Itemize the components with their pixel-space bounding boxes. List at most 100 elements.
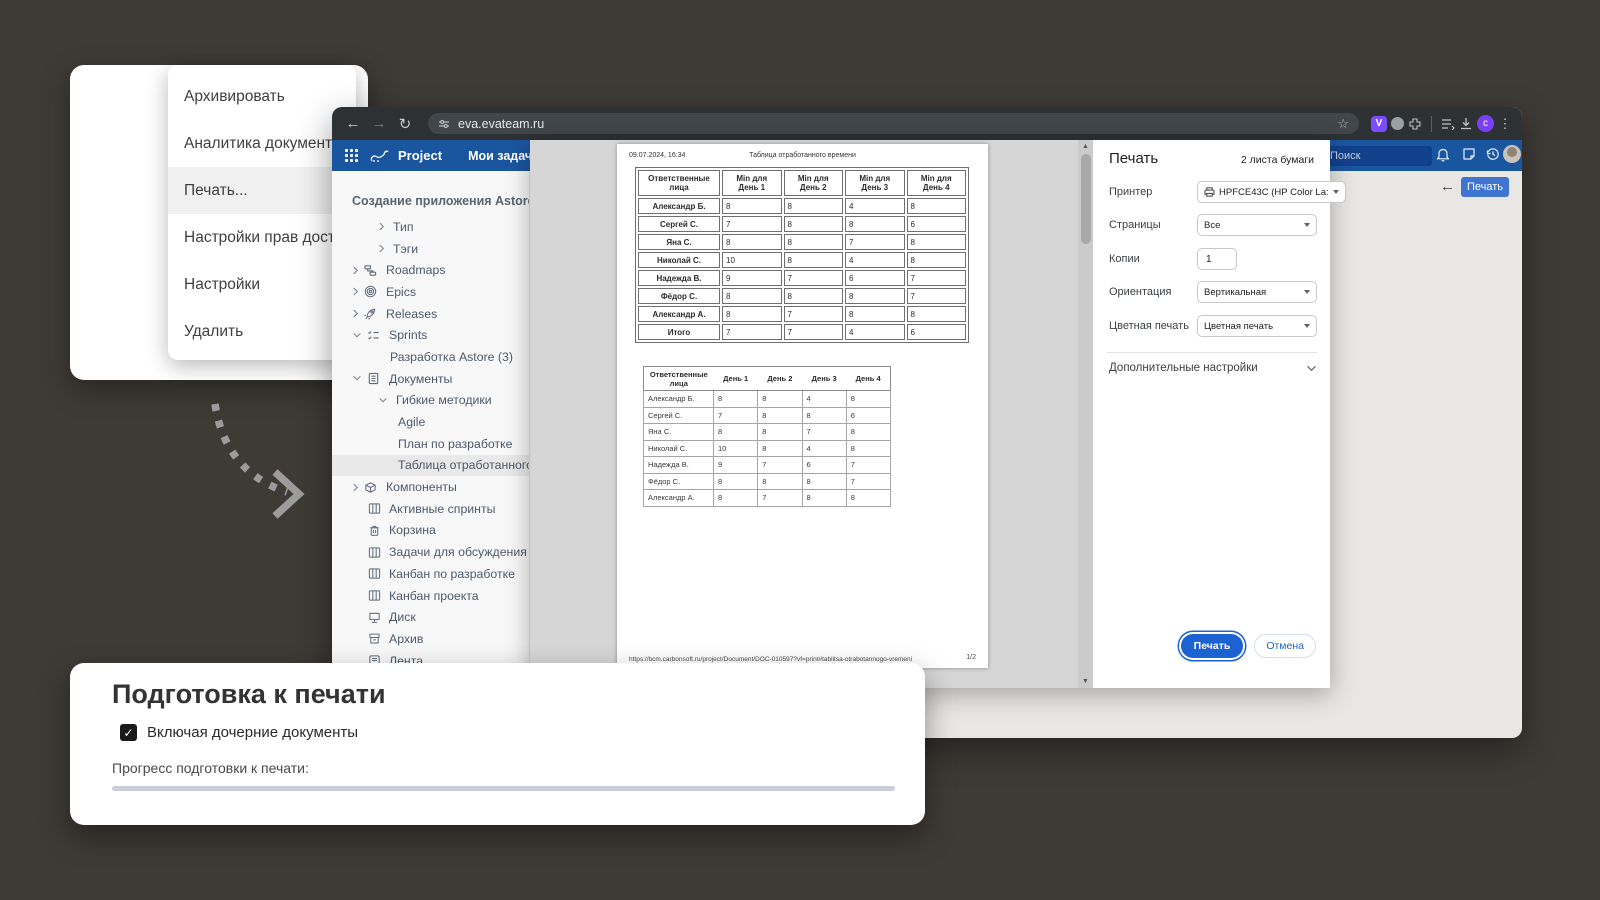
table-header-cell: День 3 (802, 367, 846, 391)
doc-print-button[interactable]: Печать (1461, 177, 1509, 197)
table-cell: 10 (714, 440, 758, 457)
copies-input[interactable] (1197, 248, 1237, 270)
table-cell: 8 (907, 198, 967, 214)
menu-item-print[interactable]: Печать... (168, 167, 356, 214)
sidebar-item-roadmaps[interactable]: Roadmaps (332, 259, 529, 281)
table-cell: Фёдор С. (644, 473, 714, 490)
sidebar-item-flexible-methods[interactable]: Гибкие методики (332, 390, 529, 412)
sidebar-item-agile[interactable]: Agile (332, 411, 529, 433)
print-confirm-button[interactable]: Печать (1181, 634, 1244, 658)
browser-forward-icon[interactable]: → (368, 115, 390, 132)
site-settings-icon[interactable] (438, 118, 450, 130)
table-cell: 4 (845, 324, 905, 340)
table-row: Александр Б.8848 (644, 391, 891, 408)
table-header-cell: Ответственные лица (638, 170, 720, 196)
sidebar-item-sprints[interactable]: Sprints (332, 324, 529, 346)
table-cell: 7 (784, 270, 844, 286)
sidebar-item-trash[interactable]: Корзина (332, 520, 529, 542)
chevron-right-icon (352, 286, 359, 297)
sidebar-item-type[interactable]: Тип (332, 216, 529, 238)
scroll-up-icon[interactable]: ▲ (1078, 143, 1093, 150)
table-row: Александр Б.8848 (638, 198, 966, 214)
extension-v-icon[interactable]: V (1371, 116, 1387, 132)
table-cell: 7 (846, 473, 890, 490)
table-row: Фёдор С.8887 (644, 473, 891, 490)
sidebar-item-project-kanban[interactable]: Канбан проекта (332, 585, 529, 607)
reading-list-icon[interactable] (1441, 118, 1455, 130)
table-row: Итого7746 (638, 324, 966, 340)
table-cell: Николай С. (638, 252, 720, 268)
sidebar-item-disk[interactable]: Диск (332, 606, 529, 628)
sidebar-item-documents[interactable]: Документы (332, 368, 529, 390)
print-cancel-button[interactable]: Отмена (1254, 634, 1316, 658)
table-cell: 8 (758, 391, 802, 408)
sidebar-item-epics[interactable]: Epics (332, 281, 529, 303)
sidebar-item-discussion-tasks[interactable]: Задачи для обсуждения (332, 541, 529, 563)
table-cell: 8 (758, 424, 802, 441)
table-row: Яна С.8878 (638, 234, 966, 250)
menu-item-delete[interactable]: Удалить (168, 308, 356, 355)
printer-select[interactable]: HPFCE43C (HP Color La: (1197, 181, 1346, 203)
browser-menu-kebab-icon[interactable]: ⋮ (1498, 116, 1512, 132)
sidebar-item-archive[interactable]: Архив (332, 628, 529, 650)
dashed-arrow-annotation (185, 390, 335, 530)
trash-icon (368, 524, 381, 537)
pages-select[interactable]: Все (1197, 214, 1317, 236)
sidebar-item-sprint-razrabotka[interactable]: Разработка Astore (3) (332, 346, 529, 368)
include-children-checkbox[interactable]: ✓ (120, 724, 137, 741)
color-print-select[interactable]: Цветная печать (1197, 315, 1317, 337)
app-grid-icon[interactable] (345, 149, 358, 162)
search-input[interactable] (1318, 146, 1432, 166)
table-cell: 7 (714, 407, 758, 424)
browser-back-icon[interactable]: ← (342, 115, 364, 132)
dropdown-caret-icon (1304, 223, 1310, 227)
table-row: Фёдор С.8887 (638, 288, 966, 304)
download-icon[interactable] (1459, 117, 1473, 130)
browser-reload-icon[interactable]: ↻ (394, 115, 416, 133)
orientation-select[interactable]: Вертикальная (1197, 281, 1317, 303)
scrollbar-thumb[interactable] (1081, 154, 1091, 244)
doc-back-arrow-icon[interactable]: ← (1440, 178, 1455, 195)
sidebar-item-active-sprints[interactable]: Активные спринты (332, 498, 529, 520)
user-avatar[interactable] (1503, 145, 1521, 163)
table-header-cell: Ответственные лица (644, 367, 714, 391)
more-settings-toggle[interactable]: Дополнительные настройки (1109, 362, 1317, 374)
sidebar-item-tags[interactable]: Тэги (332, 238, 529, 260)
extensions-puzzle-icon[interactable] (1408, 117, 1422, 131)
chevron-right-icon (352, 482, 359, 493)
table-cell: Сергей С. (638, 216, 720, 232)
history-clock-icon[interactable] (1486, 147, 1500, 161)
table-cell: 7 (802, 424, 846, 441)
notes-icon[interactable] (1462, 147, 1476, 161)
table-cell: 6 (907, 324, 967, 340)
scroll-down-icon[interactable]: ▼ (1078, 678, 1093, 685)
table-cell: 8 (845, 306, 905, 322)
table-cell: 8 (722, 288, 782, 304)
progress-bar-track (112, 786, 895, 791)
sidebar-item-dev-plan[interactable]: План по разработке (332, 433, 529, 455)
table-cell: 8 (784, 288, 844, 304)
dropdown-caret-icon (1333, 190, 1339, 194)
menu-item-analytics[interactable]: Аналитика документа (168, 120, 356, 167)
sidebar-item-components[interactable]: Компоненты (332, 476, 529, 498)
profile-avatar[interactable]: c (1477, 115, 1494, 132)
table-cell: 7 (784, 306, 844, 322)
sidebar-item-dev-kanban[interactable]: Канбан по разработке (332, 563, 529, 585)
menu-item-archive[interactable]: Архивировать (168, 73, 356, 120)
address-bar[interactable]: eva.evateam.ru ☆ (428, 113, 1359, 134)
kanban-icon (368, 546, 381, 559)
extension-globe-icon[interactable] (1391, 117, 1404, 130)
bookmark-star-icon[interactable]: ☆ (1337, 116, 1349, 132)
menu-item-settings[interactable]: Настройки (168, 261, 356, 308)
table-cell: 8 (722, 198, 782, 214)
table-cell: 8 (802, 490, 846, 507)
print-settings-panel: Печать 2 листа бумаги Принтер HPFCE43C (… (1093, 140, 1330, 688)
table-cell: 8 (784, 198, 844, 214)
notifications-bell-icon[interactable] (1436, 147, 1450, 162)
browser-toolbar: ← → ↻ eva.evateam.ru ☆ V (332, 107, 1522, 140)
sidebar-item-releases[interactable]: Releases (332, 303, 529, 325)
preview-scrollbar[interactable]: ▲ ▼ (1078, 140, 1093, 688)
table-cell: Сергей С. (644, 407, 714, 424)
sidebar-item-worked-time-table[interactable]: Таблица отработанного времени (332, 455, 529, 477)
menu-item-access-rights[interactable]: Настройки прав доступа (168, 214, 356, 261)
